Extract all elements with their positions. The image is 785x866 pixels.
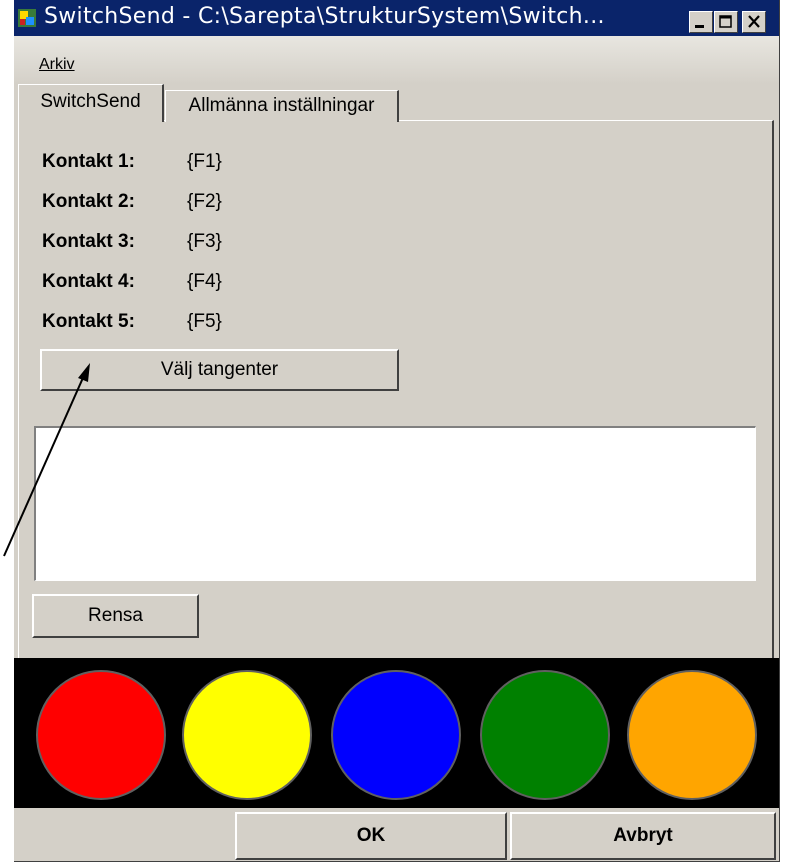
title-bar[interactable]: SwitchSend - C:\Sarepta\StrukturSystem\S… <box>14 0 779 36</box>
contact-5-value: {F5} <box>187 311 222 332</box>
contact-1-label: Kontakt 1: <box>42 151 135 172</box>
minimize-icon <box>695 25 704 28</box>
choose-keys-button[interactable]: Välj tangenter <box>40 349 399 391</box>
ok-button[interactable]: OK <box>235 812 507 860</box>
switch-5-indicator <box>627 670 757 800</box>
contact-3-value: {F3} <box>187 231 222 252</box>
tab-general-settings[interactable]: Allmänna inställningar <box>165 90 399 122</box>
switchsend-window: SwitchSend - C:\Sarepta\StrukturSystem\S… <box>14 0 780 862</box>
window-title: SwitchSend - C:\Sarepta\StrukturSystem\S… <box>44 4 605 29</box>
maximize-icon <box>719 15 732 28</box>
contact-2-value: {F2} <box>187 191 222 212</box>
switch-4-indicator <box>480 670 610 800</box>
contact-5-label: Kontakt 5: <box>42 311 135 332</box>
menu-bar <box>14 36 779 84</box>
cancel-button[interactable]: Avbryt <box>510 812 776 860</box>
contact-3-label: Kontakt 3: <box>42 231 135 252</box>
tab-switchsend[interactable]: SwitchSend <box>18 84 164 122</box>
close-icon <box>748 15 760 28</box>
switch-3-indicator <box>331 670 461 800</box>
contact-4-label: Kontakt 4: <box>42 271 135 292</box>
clear-button[interactable]: Rensa <box>32 594 199 638</box>
minimize-button[interactable] <box>689 11 713 33</box>
switch-2-indicator <box>182 670 312 800</box>
app-icon <box>18 9 36 27</box>
log-text-area[interactable] <box>34 426 756 581</box>
contact-1-value: {F1} <box>187 151 222 172</box>
close-button[interactable] <box>742 11 766 33</box>
contact-4-value: {F4} <box>187 271 222 292</box>
contact-2-label: Kontakt 2: <box>42 191 135 212</box>
maximize-button[interactable] <box>714 11 738 33</box>
menu-arkiv[interactable]: Arkiv <box>39 56 75 74</box>
switch-1-indicator <box>36 670 166 800</box>
